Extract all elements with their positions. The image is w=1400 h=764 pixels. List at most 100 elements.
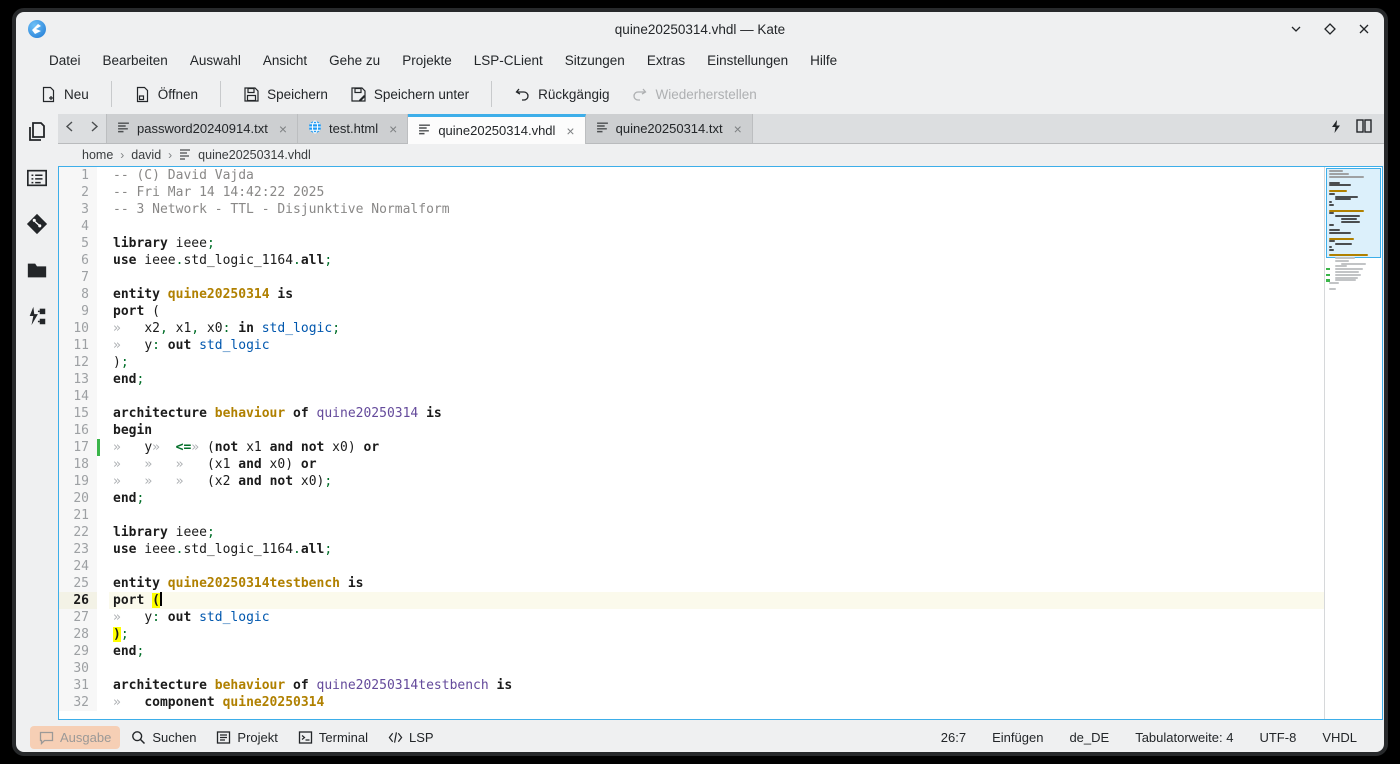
git-icon[interactable] (25, 212, 49, 236)
code-line[interactable]: 28); (59, 626, 1324, 643)
minimap-scrollbar[interactable] (1324, 167, 1382, 719)
menu-bearbeiten[interactable]: Bearbeiten (92, 49, 179, 72)
menu-lsp-client[interactable]: LSP-CLient (463, 49, 554, 72)
tab-password20240914.txt[interactable]: password20240914.txt× (106, 114, 298, 143)
öffnen-button[interactable]: Öffnen (124, 80, 208, 109)
menu-datei[interactable]: Datei (38, 49, 92, 72)
statusbar-insert-mode[interactable]: Einfügen (979, 726, 1056, 749)
folder-icon[interactable] (25, 258, 49, 282)
menu-auswahl[interactable]: Auswahl (179, 49, 252, 72)
rückgängig-button[interactable]: Rückgängig (504, 80, 619, 109)
line-number: 14 (59, 388, 97, 405)
menu-einstellungen[interactable]: Einstellungen (696, 49, 799, 72)
menu-hilfe[interactable]: Hilfe (799, 49, 848, 72)
code-line[interactable]: 16begin (59, 422, 1324, 439)
tab-label: test.html (329, 121, 378, 136)
speichern-button[interactable]: Speichern (233, 80, 338, 109)
statusbar-syntax-mode[interactable]: VHDL (1309, 726, 1370, 749)
code-line[interactable]: 24 (59, 558, 1324, 575)
code-line[interactable]: 6use ieee.std_logic_1164.all; (59, 252, 1324, 269)
code-area[interactable]: 1-- (C) David Vajda2-- Fri Mar 14 14:42:… (59, 167, 1324, 719)
tab-close-icon[interactable]: × (566, 123, 574, 139)
code-line[interactable]: 20end; (59, 490, 1324, 507)
menu-projekte[interactable]: Projekte (391, 49, 463, 72)
tab-test.html[interactable]: test.html × (298, 114, 408, 143)
line-marker (97, 592, 109, 609)
line-marker (97, 643, 109, 660)
code-line[interactable]: 12); (59, 354, 1324, 371)
code-line[interactable]: 5library ieee; (59, 235, 1324, 252)
statusbar-lsp-button[interactable]: LSP (379, 726, 443, 749)
external-tools-icon[interactable] (25, 304, 49, 328)
code-line[interactable]: 19» » » (x2 and not x0); (59, 473, 1324, 490)
code-line[interactable]: 13end; (59, 371, 1324, 388)
code-line[interactable]: 23use ieee.std_logic_1164.all; (59, 541, 1324, 558)
maximize-icon[interactable] (1322, 21, 1338, 37)
code-line[interactable]: 18» » » (x1 and x0) or (59, 456, 1324, 473)
line-number: 2 (59, 184, 97, 201)
tab-quine20250314.vhdl[interactable]: quine20250314.vhdl× (408, 114, 585, 144)
code-line[interactable]: 15architecture behaviour of quine2025031… (59, 405, 1324, 422)
code-line[interactable]: 27» y: out std_logic (59, 609, 1324, 626)
tab-close-icon[interactable]: × (734, 121, 742, 137)
statusbar-dictionary[interactable]: de_DE (1056, 726, 1122, 749)
code-line[interactable]: 7 (59, 269, 1324, 286)
tab-close-icon[interactable]: × (279, 121, 287, 137)
code-line[interactable]: 32» component quine20250314 (59, 694, 1324, 711)
documents-icon[interactable] (25, 120, 49, 144)
line-number: 6 (59, 252, 97, 269)
menu-gehe-zu[interactable]: Gehe zu (318, 49, 391, 72)
menu-ansicht[interactable]: Ansicht (252, 49, 318, 72)
code-line[interactable]: 30 (59, 660, 1324, 677)
neu-button[interactable]: Neu (30, 80, 99, 109)
statusbar-tab-width[interactable]: Tabulatorweite: 4 (1122, 726, 1246, 749)
line-number: 17 (59, 439, 97, 456)
list-details-icon[interactable] (25, 166, 49, 190)
line-number: 5 (59, 235, 97, 252)
line-marker (97, 303, 109, 320)
code-line[interactable]: 14 (59, 388, 1324, 405)
tab-quine20250314.txt[interactable]: quine20250314.txt× (586, 114, 753, 143)
code-line[interactable]: 25entity quine20250314testbench is (59, 575, 1324, 592)
project-icon (216, 730, 231, 745)
statusbar-ausgabe-button[interactable]: Ausgabe (30, 726, 120, 749)
code-line[interactable]: 10» x2, x1, x0: in std_logic; (59, 320, 1324, 337)
code-line[interactable]: 4 (59, 218, 1324, 235)
code-line[interactable]: 1-- (C) David Vajda (59, 167, 1324, 184)
code-line[interactable]: 8entity quine20250314 is (59, 286, 1324, 303)
quick-open-icon[interactable] (1330, 119, 1342, 139)
statusbar-cursor-position[interactable]: 26:7 (928, 726, 979, 749)
statusbar-projekt-button[interactable]: Projekt (207, 726, 286, 749)
document-new-icon (40, 86, 57, 103)
line-marker (97, 218, 109, 235)
code-line[interactable]: 21 (59, 507, 1324, 524)
breadcrumb-home[interactable]: home (82, 148, 113, 162)
code-line[interactable]: 3-- 3 Network - TTL - Disjunktive Normal… (59, 201, 1324, 218)
menu-sitzungen[interactable]: Sitzungen (554, 49, 636, 72)
code-line[interactable]: 31architecture behaviour of quine2025031… (59, 677, 1324, 694)
code-line[interactable]: 11» y: out std_logic (59, 337, 1324, 354)
statusbar-encoding[interactable]: UTF-8 (1246, 726, 1309, 749)
statusbar-suchen-button[interactable]: Suchen (122, 726, 205, 749)
code-line[interactable]: 22library ieee; (59, 524, 1324, 541)
code-line[interactable]: 2-- Fri Mar 14 14:42:22 2025 (59, 184, 1324, 201)
menu-extras[interactable]: Extras (636, 49, 696, 72)
breadcrumb-file[interactable]: quine20250314.vhdl (198, 148, 311, 162)
code-line[interactable]: 9port ( (59, 303, 1324, 320)
tab-close-icon[interactable]: × (389, 121, 397, 137)
window-title: quine20250314.vhdl — Kate (16, 22, 1384, 37)
prev-document-icon[interactable] (64, 120, 75, 138)
statusbar-terminal-button[interactable]: Terminal (289, 726, 377, 749)
minimize-icon[interactable] (1288, 21, 1304, 37)
code-line[interactable]: 29end; (59, 643, 1324, 660)
code-line[interactable]: 17» y» <=» (not x1 and not x0) or (59, 439, 1324, 456)
close-icon[interactable] (1356, 21, 1372, 37)
titlebar[interactable]: quine20250314.vhdl — Kate (16, 12, 1384, 46)
split-view-icon[interactable] (1356, 119, 1372, 138)
code-text (109, 558, 1324, 575)
breadcrumb-david[interactable]: david (131, 148, 161, 162)
code-line[interactable]: 26port ( (59, 592, 1324, 609)
next-document-icon[interactable] (89, 120, 100, 138)
wiederherstellen-button[interactable]: Wiederherstellen (621, 80, 766, 109)
speichern-unter-button[interactable]: Speichern unter (340, 80, 479, 109)
